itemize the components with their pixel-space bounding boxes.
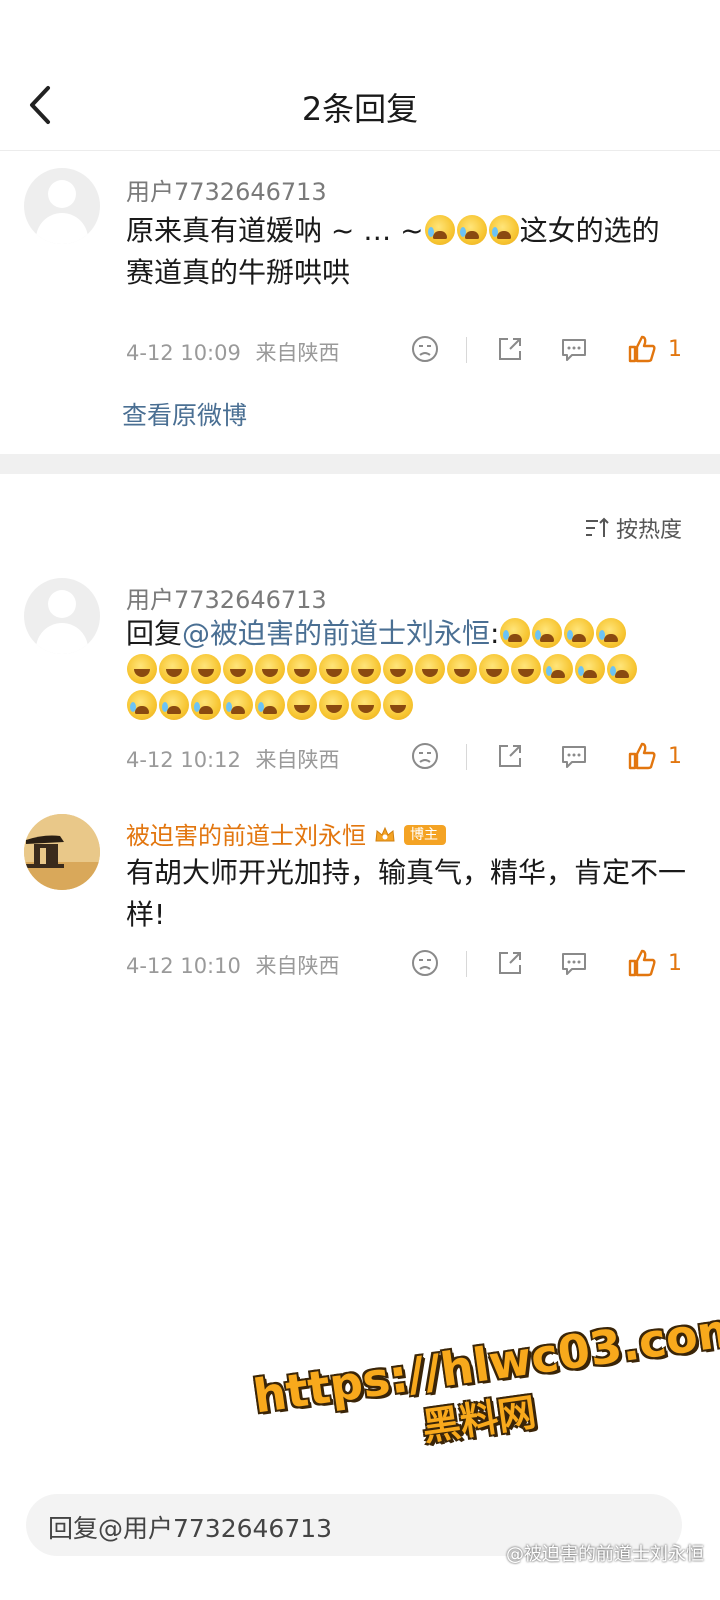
mention-link[interactable]: @被迫害的前道士刘永恒	[182, 617, 490, 650]
comment-icon[interactable]	[558, 333, 590, 365]
sort-by-hot-button[interactable]: 按热度	[584, 512, 682, 544]
laugh-emoji	[223, 654, 253, 684]
laugh-emoji	[383, 690, 413, 720]
laugh-emoji	[319, 690, 349, 720]
emoji-row	[126, 689, 414, 722]
op-username-text: 被迫害的前道士刘永恒	[126, 822, 366, 850]
laugh-emoji	[351, 690, 381, 720]
like-count: 1	[668, 337, 682, 362]
laugh-emoji	[159, 654, 189, 684]
laugh-emoji	[511, 654, 541, 684]
thumbs-up-icon[interactable]	[626, 740, 658, 772]
reply-text: 回复@被迫害的前道士刘永恒:	[126, 616, 686, 724]
reply-item: 用户7732646713 回复@被迫害的前道士刘永恒: 4-12 10:12 来…	[0, 560, 720, 790]
laugh-emoji	[479, 654, 509, 684]
comment-date: 4-12 10:09	[126, 341, 241, 365]
avatar[interactable]	[24, 814, 100, 890]
comment-meta: 4-12 10:09 来自陕西	[126, 337, 340, 367]
cry-laugh-emoji	[564, 618, 595, 648]
pavilion-avatar-image	[24, 814, 100, 890]
laugh-emoji	[351, 654, 381, 684]
laugh-emoji	[255, 654, 285, 684]
laugh-emoji	[287, 654, 317, 684]
dislike-face-icon[interactable]	[409, 740, 441, 772]
cry-laugh-emoji	[424, 215, 455, 245]
sort-label: 按热度	[615, 518, 682, 543]
cry-laugh-emoji	[596, 618, 627, 648]
cry-laugh-emoji	[500, 618, 531, 648]
reply-date: 4-12 10:12	[126, 748, 241, 772]
reply-date: 4-12 10:10	[126, 954, 241, 978]
cry-laugh-emoji	[159, 690, 189, 720]
thumbs-up-icon[interactable]	[626, 947, 658, 979]
comment-icon[interactable]	[558, 740, 590, 772]
share-icon[interactable]	[494, 740, 526, 772]
laugh-emoji	[447, 654, 477, 684]
reply-location: 来自陕西	[255, 748, 340, 772]
reply-location: 来自陕西	[255, 954, 340, 978]
top-bar: 2条回复	[0, 0, 720, 151]
comment-username[interactable]: 用户7732646713	[126, 172, 327, 207]
share-icon[interactable]	[494, 947, 526, 979]
laugh-emoji	[287, 690, 317, 720]
divider	[466, 744, 467, 770]
reply-input-placeholder: 回复@用户7732646713	[48, 1514, 333, 1543]
cry-laugh-emoji	[607, 654, 637, 684]
reply-text: 有胡大师开光加持，输真气，精华，肯定不一样!	[126, 856, 687, 931]
cry-laugh-emoji	[127, 690, 157, 720]
like-count: 1	[668, 744, 682, 769]
laugh-emoji	[415, 654, 445, 684]
cry-laugh-emoji	[532, 618, 563, 648]
crown-icon	[375, 826, 395, 842]
cry-laugh-emoji	[575, 654, 605, 684]
laugh-emoji	[127, 654, 157, 684]
laugh-emoji	[383, 654, 413, 684]
dislike-face-icon[interactable]	[409, 947, 441, 979]
overlay-watermark: https://hlwc03.com 黑料网	[250, 1301, 720, 1474]
op-username[interactable]: 被迫害的前道士刘永恒 博主	[126, 816, 446, 851]
reply-meta: 4-12 10:12 来自陕西	[126, 744, 340, 774]
cry-laugh-emoji	[488, 215, 519, 245]
avatar[interactable]	[24, 168, 100, 244]
comment-text-part1: 原来真有道媛呐 ~ … ~	[126, 214, 424, 247]
page-title: 2条回复	[301, 90, 419, 128]
section-divider	[0, 454, 720, 474]
reply-item: 被迫害的前道士刘永恒 博主 有胡大师开光加持，输真气，精华，肯定不一样! 4-1…	[0, 800, 720, 1000]
cry-laugh-emoji	[456, 215, 487, 245]
cry-laugh-emoji	[191, 690, 221, 720]
emoji-row	[126, 653, 638, 686]
author-badge: 博主	[404, 825, 446, 845]
like-count: 1	[668, 951, 682, 976]
divider	[466, 337, 467, 363]
comment-icon[interactable]	[558, 947, 590, 979]
main-comment: 用户7732646713 原来真有道媛呐 ~ … ~ 这女的选的赛道真的牛掰哄哄 …	[0, 150, 720, 450]
avatar[interactable]	[24, 578, 100, 654]
cry-laugh-emoji	[255, 690, 285, 720]
comment-location: 来自陕西	[255, 341, 340, 365]
dislike-face-icon[interactable]	[409, 333, 441, 365]
laugh-emoji	[319, 654, 349, 684]
share-icon[interactable]	[494, 333, 526, 365]
reply-meta: 4-12 10:10 来自陕西	[126, 950, 340, 980]
emoji-row	[499, 617, 627, 650]
cry-laugh-emoji	[223, 690, 253, 720]
reply-username[interactable]: 用户7732646713	[126, 580, 327, 615]
source-watermark: @被迫害的前道士刘永恒	[506, 1544, 704, 1565]
reply-prefix: 回复	[126, 617, 183, 650]
view-original-link[interactable]: 查看原微博	[122, 396, 247, 432]
cry-laugh-emoji	[543, 654, 573, 684]
laugh-emoji	[191, 654, 221, 684]
comment-text: 原来真有道媛呐 ~ … ~ 这女的选的赛道真的牛掰哄哄	[126, 210, 686, 294]
thumbs-up-icon[interactable]	[626, 333, 658, 365]
sort-icon	[585, 517, 609, 537]
divider	[466, 951, 467, 977]
